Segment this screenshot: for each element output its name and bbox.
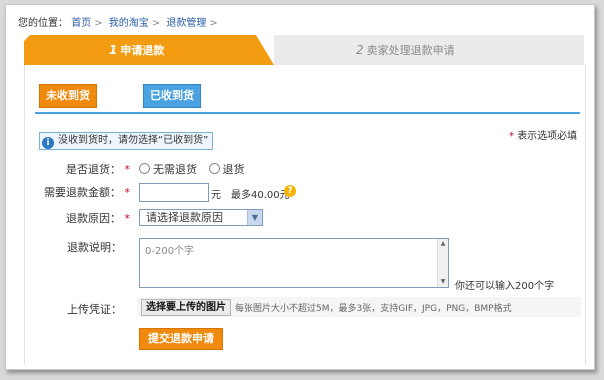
radio-return[interactable]: 退货 <box>208 163 245 176</box>
breadcrumb-refund-management-link[interactable]: 退款管理 <box>166 18 206 29</box>
radio-label: 无需退货 <box>153 163 197 176</box>
breadcrumb-my-taobao-link[interactable]: 我的淘宝 <box>109 18 149 29</box>
refund-reason-selected: 请选择退款原因 <box>146 211 223 224</box>
required-mark: * <box>509 131 514 142</box>
tab-divider <box>35 112 580 114</box>
radio-no-return[interactable]: 无需退货 <box>139 163 197 176</box>
progress-steps: 1 申请退款 2 卖家处理退款申请 <box>24 35 584 65</box>
radio-circle-icon[interactable] <box>208 163 220 174</box>
breadcrumb: 您的位置： 首页 > 我的淘宝 > 退款管理 > <box>18 14 221 29</box>
step-number: 2 <box>356 43 364 57</box>
upload-row: 选择要上传的图片 每张图片大小不超过5M，最多3张，支持GIF，JPG，PNG，… <box>137 297 581 317</box>
remaining-char-hint: 你还可以输入200个字 <box>455 281 555 292</box>
scroll-up-icon[interactable]: ▲ <box>438 239 448 249</box>
reason-label: 退款原因： * <box>55 210 130 226</box>
info-icon: i <box>42 137 54 149</box>
radio-label: 退货 <box>222 163 245 176</box>
tab-received[interactable]: 已收到货 <box>143 84 201 108</box>
notice-text: 没收到货时，请勿选择“已收到货” <box>58 135 209 146</box>
breadcrumb-separator: > <box>94 18 103 29</box>
amount-label-text: 需要退款金额： <box>44 186 121 199</box>
required-note-text: 表示选项必填 <box>517 131 578 142</box>
required-note: * 表示选项必填 <box>509 127 577 142</box>
required-mark: * <box>124 212 131 225</box>
step-label: 卖家处理退款申请 <box>366 44 455 57</box>
question-icon[interactable]: ? <box>284 185 296 197</box>
breadcrumb-separator: > <box>151 18 161 29</box>
step-number: 1 <box>109 43 118 57</box>
description-label-text: 退款说明： <box>67 241 122 254</box>
step-seller-processing: 2 卖家处理退款申请 <box>274 35 584 65</box>
breadcrumb-prefix: 您的位置： <box>18 18 68 29</box>
amount-unit: 元 <box>211 190 221 201</box>
amount-label: 需要退款金额： * <box>31 184 130 200</box>
step-apply-refund: 1 申请退款 <box>24 35 274 65</box>
choose-image-button[interactable]: 选择要上传的图片 <box>141 299 231 316</box>
upload-hint: 每张图片大小不超过5M，最多3张，支持GIF，JPG，PNG，BMP格式 <box>235 304 512 314</box>
reason-label-text: 退款原因： <box>66 212 121 225</box>
amount-max-text: 最多40.00元 <box>231 190 290 201</box>
refund-description-textarea[interactable]: 0-200个字 ▲ ▼ <box>139 238 449 288</box>
tab-not-received[interactable]: 未收到货 <box>39 84 97 108</box>
return-goods-label-text: 是否退货： <box>66 163 121 176</box>
notice-banner: i 没收到货时，请勿选择“已收到货” <box>39 132 214 150</box>
return-goods-options: 无需退货 退货 <box>139 161 253 177</box>
refund-form-panel: 未收到货 已收到货 i 没收到货时，请勿选择“已收到货” * 表示选项必填 是否退… <box>24 65 586 365</box>
breadcrumb-home-link[interactable]: 首页 <box>71 18 91 29</box>
refund-reason-select[interactable]: 请选择退款原因 ▼ <box>139 209 263 226</box>
upload-label-text: 上传凭证： <box>67 303 122 316</box>
submit-refund-button[interactable]: 提交退款申请 <box>139 328 223 350</box>
required-mark: * <box>124 186 131 199</box>
refund-amount-input[interactable] <box>139 183 209 202</box>
step-label: 申请退款 <box>120 44 165 57</box>
page-frame: 您的位置： 首页 > 我的淘宝 > 退款管理 > 1 申请退款 2 卖家处理退款申请 未收… <box>5 4 595 370</box>
description-label: 退款说明： <box>55 239 142 255</box>
upload-label: 上传凭证： <box>55 301 142 317</box>
radio-circle-icon[interactable] <box>139 163 150 174</box>
required-mark: * <box>124 163 131 176</box>
textarea-scrollbar[interactable]: ▲ ▼ <box>437 239 448 287</box>
scroll-down-icon[interactable]: ▼ <box>438 277 448 287</box>
return-goods-label: 是否退货： * <box>55 161 130 177</box>
textarea-placeholder: 0-200个字 <box>145 246 195 257</box>
breadcrumb-separator: > <box>209 18 218 29</box>
chevron-down-icon[interactable]: ▼ <box>247 210 262 225</box>
